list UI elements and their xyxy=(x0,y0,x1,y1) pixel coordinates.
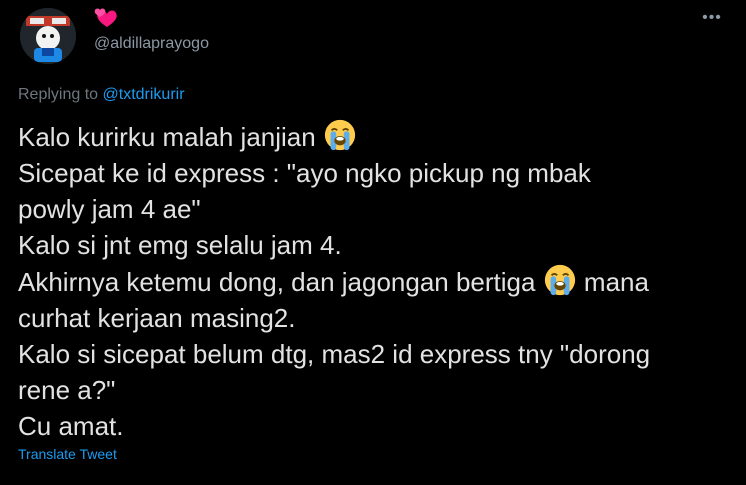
tweet-line: Kalo si jnt emg selalu jam 4. xyxy=(18,230,342,260)
tweet-line: curhat kerjaan masing2. xyxy=(18,303,296,333)
tweet-line: Cu amat. xyxy=(18,411,124,441)
tweet-line: rene a?" xyxy=(18,375,116,405)
loudly-crying-face-icon xyxy=(324,119,356,151)
display-name[interactable] xyxy=(94,7,124,29)
avatar-cartoon-icon xyxy=(20,8,76,64)
tweet-line: powly jam 4 ae" xyxy=(18,194,201,224)
loudly-crying-face-icon xyxy=(544,264,575,296)
tweet-line-text: Akhirnya ketemu dong, dan jagongan berti… xyxy=(18,267,543,297)
reply-target-link[interactable]: @txtdrikurir xyxy=(103,86,185,103)
translate-tweet-link[interactable]: Translate Tweet xyxy=(18,446,117,462)
tweet-text: Kalo kurirku malah janjian Sicepat ke id… xyxy=(18,118,724,444)
more-options-icon[interactable]: ••• xyxy=(702,10,722,26)
tweet-line-text: Kalo kurirku malah janjian xyxy=(18,122,323,152)
avatar[interactable] xyxy=(20,8,76,64)
tweet-header: @aldillaprayogo ••• xyxy=(18,0,728,70)
two-hearts-icon xyxy=(94,8,117,27)
tweet-line: Akhirnya ketemu dong, dan jagongan berti… xyxy=(18,263,724,300)
author-handle[interactable]: @aldillaprayogo xyxy=(94,35,209,53)
tweet-line: Kalo si sicepat belum dtg, mas2 id expre… xyxy=(18,339,651,369)
replying-to: Replying to @txtdrikurir xyxy=(18,86,185,104)
replying-prefix: Replying to xyxy=(18,86,103,103)
tweet-line: Sicepat ke id express : "ayo ngko pickup… xyxy=(18,158,591,188)
tweet-line-text: mana xyxy=(576,267,649,297)
tweet-line: Kalo kurirku malah janjian xyxy=(18,118,724,155)
